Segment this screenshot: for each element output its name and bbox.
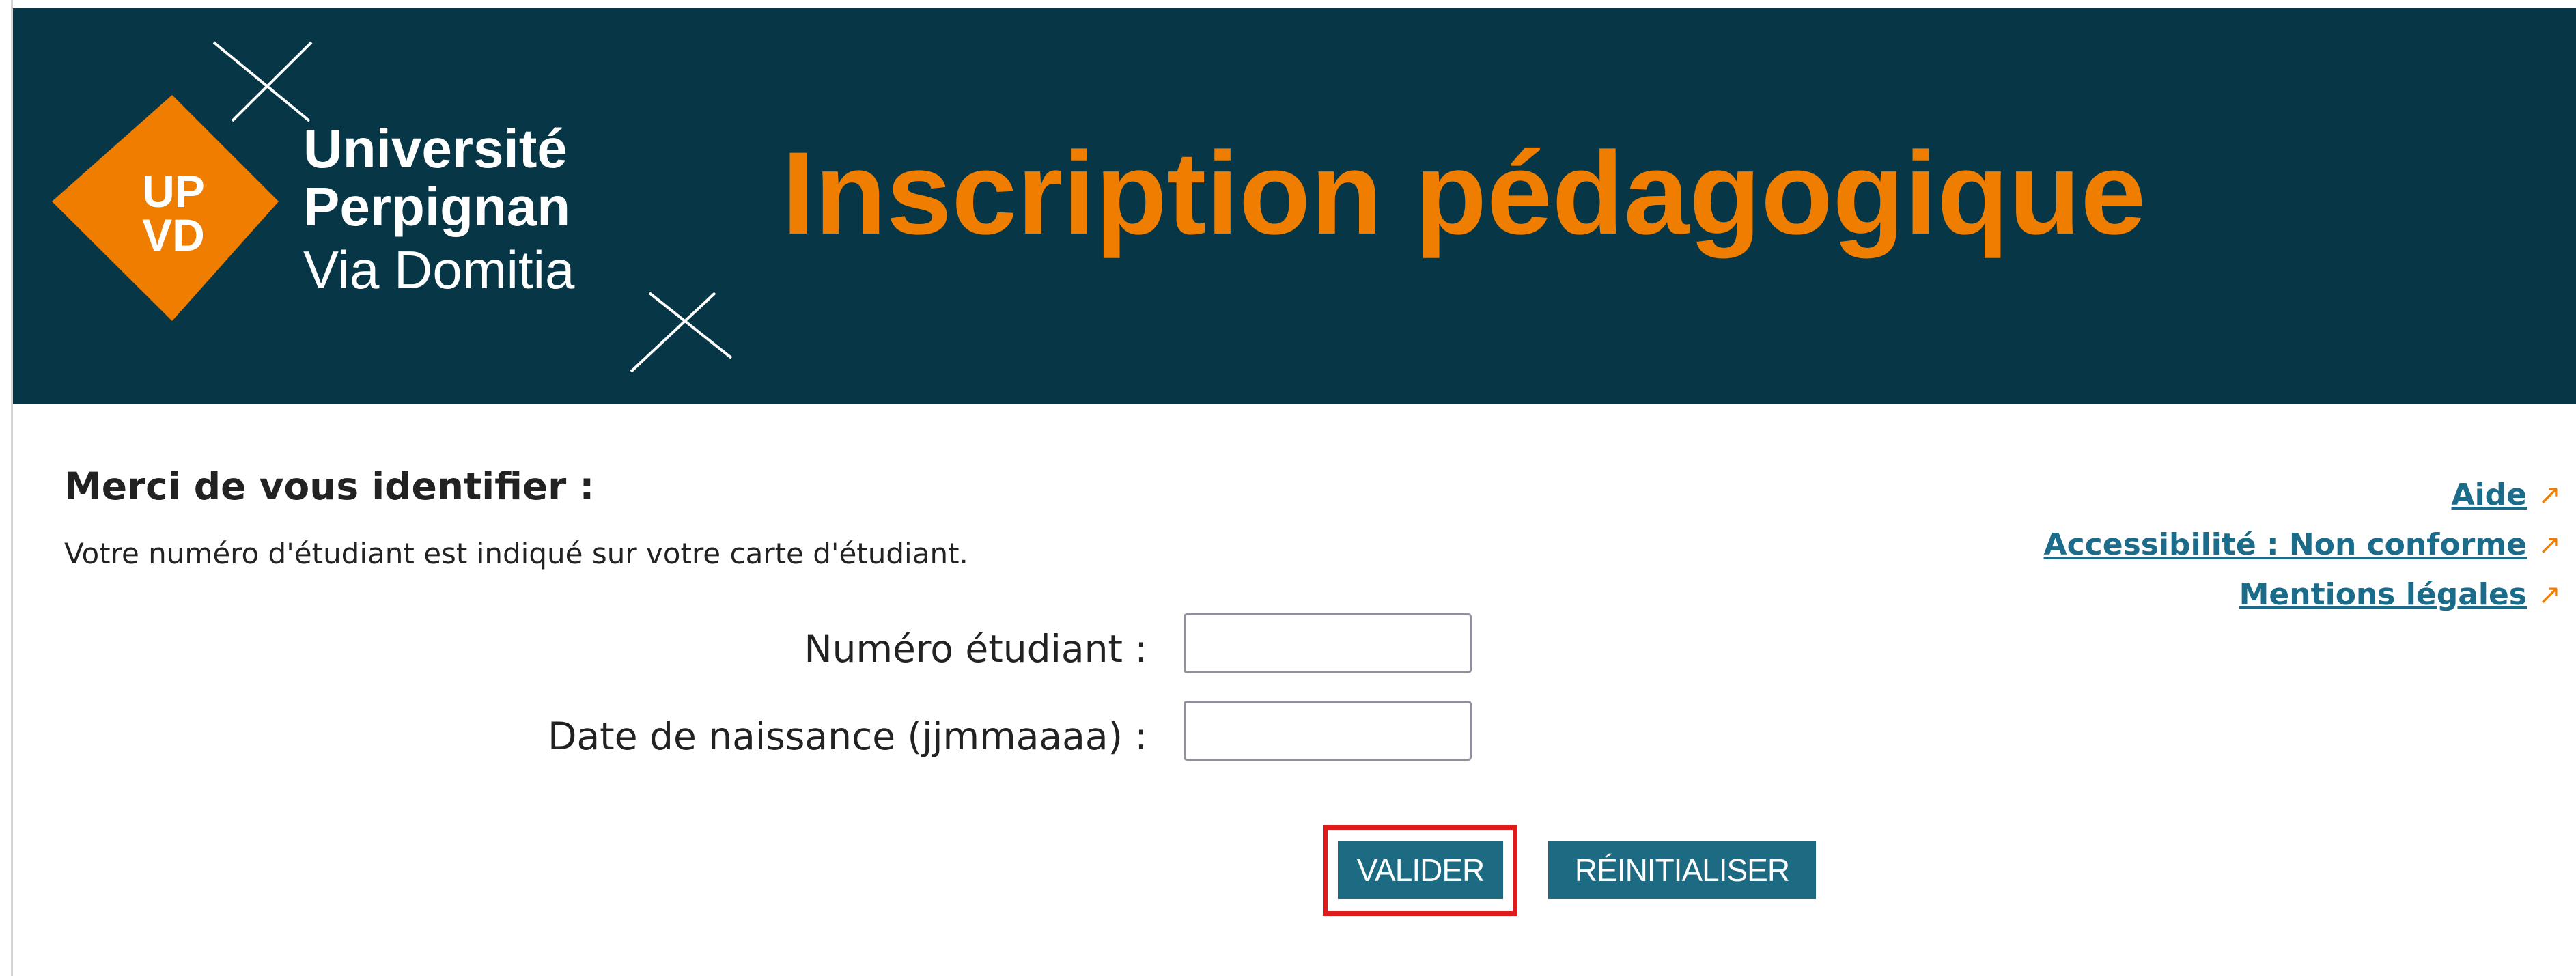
logo-name-line2: Perpignan xyxy=(303,176,571,237)
legal-notice-link[interactable]: Mentions légales xyxy=(2239,577,2527,612)
logo-name-line1: Université xyxy=(303,118,568,179)
page-title: Inscription pédagogique xyxy=(782,128,2146,259)
external-link-icon: ↗ xyxy=(2538,479,2561,511)
header-banner: UP VD Université Perpignan Via Domitia I… xyxy=(13,8,2576,404)
logo-name-line3: Via Domitia xyxy=(303,240,575,300)
reset-button[interactable]: RÉINITIALISER xyxy=(1548,841,1816,899)
help-link[interactable]: Aide xyxy=(2452,477,2527,512)
validate-button[interactable]: VALIDER xyxy=(1338,841,1503,899)
birth-date-label: Date de naissance (jjmmaaaa) : xyxy=(548,714,1147,758)
window-top-edge xyxy=(0,0,2576,8)
help-links: Aide ↗ Accessibilité : Non conforme ↗ Me… xyxy=(2044,470,2561,619)
external-link-icon: ↗ xyxy=(2538,529,2561,561)
accessibility-link[interactable]: Accessibilité : Non conforme xyxy=(2044,527,2527,562)
student-number-label: Numéro étudiant : xyxy=(804,627,1147,671)
logo-badge-vd: VD xyxy=(142,210,205,260)
login-heading: Merci de vous identifier : xyxy=(64,464,595,508)
login-hint: Votre numéro d'étudiant est indiqué sur … xyxy=(64,537,968,570)
window-left-edge xyxy=(0,0,13,976)
birth-date-input[interactable] xyxy=(1184,701,1472,761)
external-link-icon: ↗ xyxy=(2538,578,2561,611)
link-row-accessibility: Accessibilité : Non conforme ↗ xyxy=(2044,520,2561,570)
student-number-input[interactable] xyxy=(1184,613,1472,673)
link-row-help: Aide ↗ xyxy=(2044,470,2561,520)
link-row-legal: Mentions légales ↗ xyxy=(2044,570,2561,619)
logo-badge-up: UP xyxy=(142,166,205,217)
decorative-cross-bottom xyxy=(630,292,733,373)
decorative-cross-top xyxy=(212,41,313,122)
